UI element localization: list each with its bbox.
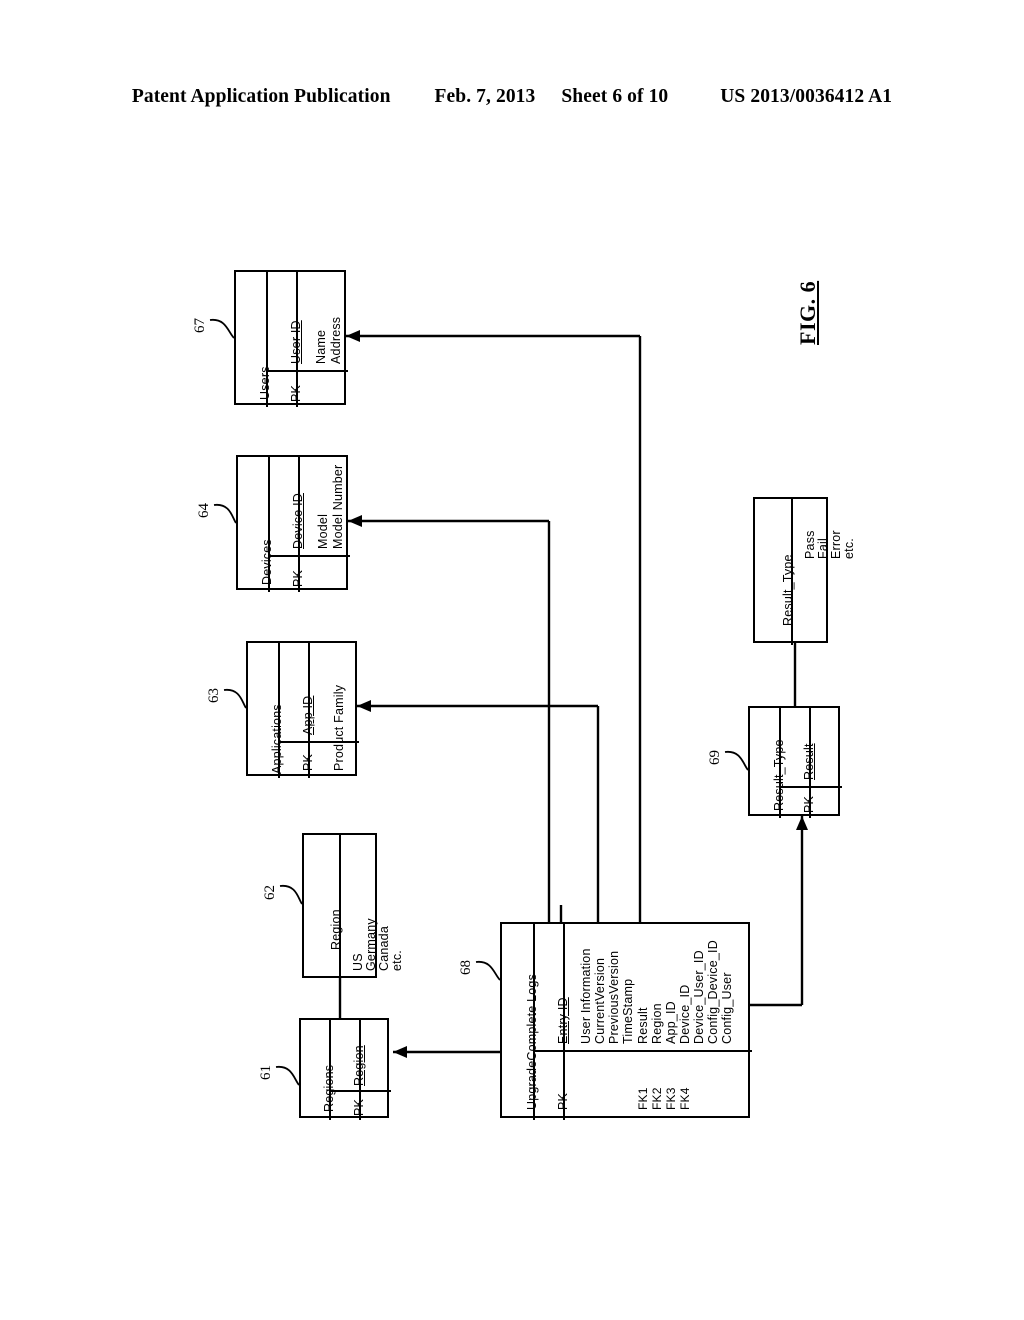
logs-attribute-config-device-id: Config_Device_ID	[706, 940, 720, 1044]
logs-attribute-current-version: CurrentVersion	[593, 957, 607, 1044]
reference-leader-lines	[209, 319, 749, 1086]
entity-users[interactable]: Users User ID PK Name Address	[234, 270, 348, 407]
figure-label: FIG. 6	[795, 280, 820, 345]
regions-title-band: Regions	[301, 1020, 336, 1120]
logs-attribute-user-information: User Information	[579, 948, 593, 1044]
applications-attributes-band: Product Family	[310, 643, 359, 778]
logs-attribute-app-id: App_ID	[664, 1001, 678, 1044]
region-value-canada: Canada	[377, 926, 391, 971]
entity-devices[interactable]: Devices Device ID PK Model Model Number	[236, 455, 350, 592]
entity-region-values[interactable]: Region US Germany Canada etc.	[302, 833, 404, 980]
logs-foreign-key-1: FK1	[636, 1087, 650, 1110]
applications-key-band: App ID PK	[280, 643, 315, 778]
entity-result-type[interactable]: Result_Type Result PK	[748, 706, 842, 818]
entity-applications[interactable]: Applications App ID PK Product Family	[246, 641, 359, 778]
users-attribute-address: Address	[329, 316, 343, 364]
ref-numeral-62: 62	[262, 885, 278, 900]
users-attribute-name: Name	[314, 329, 328, 364]
result-type-value-error: Error	[829, 530, 843, 559]
figure-6-diagram: Users User ID PK Name Address 67 Devices…	[0, 0, 1024, 1320]
regions-attributes-band	[361, 1020, 391, 1120]
ref-numeral-67: 67	[192, 318, 208, 333]
devices-attributes-band: Model Model Number	[300, 457, 350, 592]
ref-numeral-64: 64	[196, 503, 212, 518]
logs-key-band: Entry ID PK	[535, 924, 570, 1120]
devices-attribute-model: Model	[316, 513, 330, 549]
applications-attribute-product-family: Product Family	[332, 684, 346, 771]
logs-attribute-config-user: Config_User	[720, 972, 734, 1044]
users-title-band: Users	[236, 272, 272, 407]
region-value-us: US	[351, 953, 365, 971]
entity-regions[interactable]: Regions Region PK	[299, 1018, 391, 1120]
ref-numeral-63: 63	[206, 688, 222, 703]
logs-attribute-device-user-id: Device_User_ID	[692, 950, 706, 1044]
region-value-germany: Germany	[364, 918, 378, 971]
logs-attribute-region: Region	[650, 1003, 664, 1044]
applications-title-band: Applications	[248, 643, 284, 778]
ref-numeral-68: 68	[458, 960, 474, 975]
logs-attribute-time-stamp: TimeStamp	[621, 978, 635, 1044]
users-attributes-band: Name Address	[298, 272, 348, 407]
users-key-band: User ID PK	[268, 272, 303, 407]
logs-foreign-key-3: FK3	[664, 1087, 678, 1110]
entity-result-type-values[interactable]: Result_Type Pass Fail Error etc.	[753, 497, 856, 645]
logs-attribute-previous-version: PreviousVersion	[607, 950, 621, 1044]
region-values-title-band: Region	[304, 835, 343, 980]
ref-numeral-69: 69	[707, 750, 723, 765]
devices-title-band: Devices	[238, 457, 274, 592]
result-type-attributes-band	[811, 708, 842, 818]
result-type-key-band: Result PK	[781, 708, 816, 818]
logs-foreign-key-2: FK2	[650, 1087, 664, 1110]
result-type-title-band: Result_Type	[750, 708, 786, 818]
devices-key-band: Device ID PK	[270, 457, 305, 592]
result-type-values-list-band: Pass Fail Error etc.	[793, 499, 856, 645]
result-type-values-title-band: Result_Type	[755, 499, 795, 645]
result-type-value-pass: Pass	[803, 530, 817, 559]
entity-upgrade-complete-logs[interactable]: UpgradeComplete Logs Entry ID PK User In…	[500, 922, 752, 1120]
logs-title-band: UpgradeComplete Logs	[502, 924, 539, 1120]
devices-attribute-model-number: Model Number	[331, 464, 345, 549]
result-type-value-etc: etc.	[842, 538, 856, 559]
regions-key-band: Region PK	[331, 1020, 366, 1120]
logs-foreign-key-4: FK4	[678, 1087, 692, 1110]
logs-attribute-device-id: Device_ID	[678, 984, 692, 1044]
connector-lines	[338, 330, 808, 1058]
result-type-value-fail: Fail	[816, 538, 830, 559]
region-values-list-band: US Germany Canada etc.	[341, 835, 404, 980]
logs-attributes-band: User Information CurrentVersion Previous…	[565, 924, 752, 1120]
logs-attribute-result: Result	[636, 1007, 650, 1044]
region-value-etc: etc.	[390, 950, 404, 971]
ref-numeral-61: 61	[258, 1065, 274, 1080]
